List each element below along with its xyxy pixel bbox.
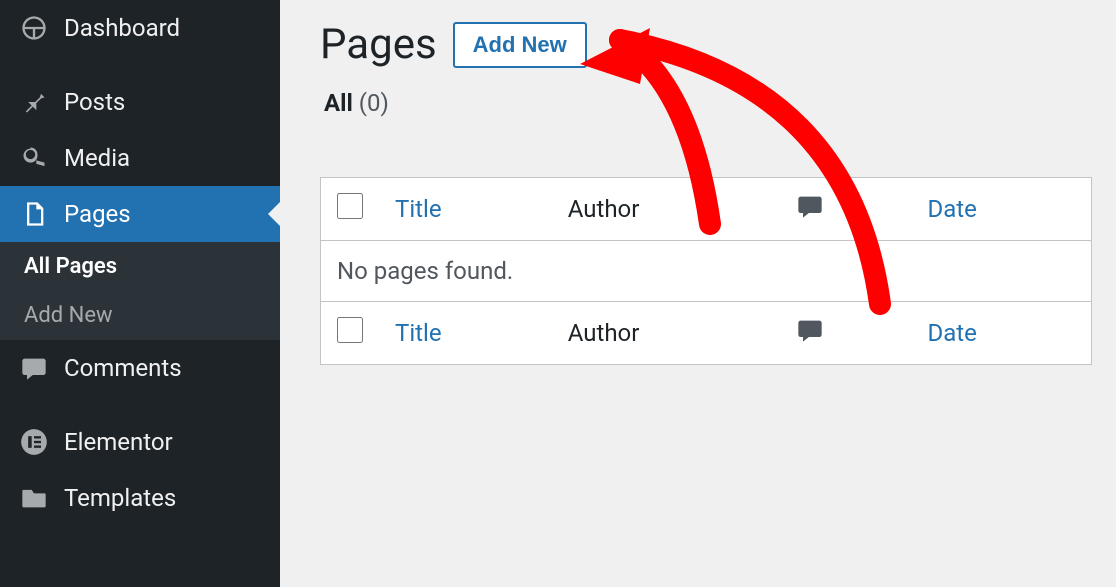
empty-message: No pages found. [321, 241, 1092, 302]
sidebar-item-pages[interactable]: Pages [0, 186, 280, 242]
filter-all[interactable]: All (0) [324, 89, 389, 117]
column-title[interactable]: Title [379, 178, 552, 241]
sidebar-item-label: Posts [64, 88, 125, 116]
dashboard-icon [20, 14, 48, 42]
sidebar-item-label: Pages [64, 200, 131, 228]
pages-table: Title Author Date No pages found. Titl [320, 177, 1092, 365]
column-title[interactable]: Title [379, 302, 552, 365]
column-checkbox [321, 302, 380, 365]
sidebar-item-label: Media [64, 144, 130, 172]
sidebar-item-label: Comments [64, 354, 182, 382]
sidebar-item-label: Templates [64, 484, 176, 512]
folder-icon [20, 484, 48, 512]
page-header: Pages Add New [320, 20, 1092, 69]
comment-icon [20, 354, 48, 382]
submenu-item-all-pages[interactable]: All Pages [0, 242, 280, 291]
sidebar-submenu: All Pages Add New [0, 242, 280, 340]
filter-all-label: All [324, 89, 353, 117]
page-icon [20, 200, 48, 228]
column-author: Author [552, 178, 780, 241]
sidebar-item-comments[interactable]: Comments [0, 340, 280, 396]
sidebar-item-posts[interactable]: Posts [0, 74, 280, 130]
page-title: Pages [320, 20, 437, 69]
column-comments[interactable] [780, 178, 912, 241]
select-all-checkbox-bottom[interactable] [337, 317, 363, 343]
table-empty-row: No pages found. [321, 241, 1092, 302]
comment-icon [796, 322, 824, 350]
column-comments[interactable] [780, 302, 912, 365]
media-icon [20, 144, 48, 172]
elementor-icon [20, 428, 48, 456]
sidebar-item-templates[interactable]: Templates [0, 470, 280, 526]
admin-sidebar: Dashboard Posts Media Pages All Pages Ad… [0, 0, 280, 587]
column-date[interactable]: Date [911, 302, 1091, 365]
sidebar-item-label: Elementor [64, 428, 173, 456]
add-new-button[interactable]: Add New [453, 22, 587, 68]
sidebar-item-label: Dashboard [64, 14, 180, 42]
main-content: Pages Add New All (0) Title Author Date [280, 0, 1116, 587]
table-header-row: Title Author Date [321, 178, 1092, 241]
select-all-checkbox-top[interactable] [337, 193, 363, 219]
column-author: Author [552, 302, 780, 365]
column-checkbox [321, 178, 380, 241]
filter-links: All (0) [324, 89, 1092, 117]
submenu-item-add-new[interactable]: Add New [0, 291, 280, 340]
sidebar-item-elementor[interactable]: Elementor [0, 414, 280, 470]
filter-all-count: (0) [359, 89, 389, 117]
sidebar-item-media[interactable]: Media [0, 130, 280, 186]
column-date[interactable]: Date [911, 178, 1091, 241]
comment-icon [796, 198, 824, 226]
table-footer-row: Title Author Date [321, 302, 1092, 365]
pin-icon [20, 88, 48, 116]
sidebar-item-dashboard[interactable]: Dashboard [0, 0, 280, 56]
